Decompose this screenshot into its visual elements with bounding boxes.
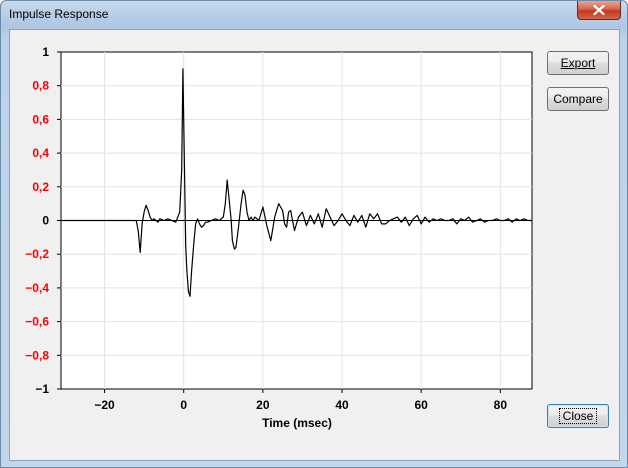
x-tick-label: 80 <box>494 398 508 412</box>
y-tick-label: −1 <box>35 382 49 396</box>
y-tick-label: −0,4 <box>25 281 49 295</box>
export-button[interactable]: Export <box>547 51 609 75</box>
x-tick-label: −20 <box>94 398 115 412</box>
y-tick-label: 0,2 <box>32 180 49 194</box>
impulse-response-chart: −20 0 20 40 60 80 1 0,8 0,6 0,4 0,2 0 −0,2 −0,4 −0,6 −… <box>25 45 533 430</box>
y-axis-ticks: 1 0,8 0,6 0,4 0,2 0 −0,2 −0,4 −0,6 −0,8 −1 <box>25 45 61 396</box>
y-tick-label: −0,8 <box>25 348 49 362</box>
export-button-label: Export <box>560 56 596 70</box>
y-tick-label: 0 <box>42 214 49 228</box>
x-tick-label: 60 <box>414 398 428 412</box>
x-tick-label: 20 <box>256 398 270 412</box>
x-tick-label: 0 <box>180 398 187 412</box>
y-tick-label: 0,8 <box>32 79 49 93</box>
y-tick-label: −0,2 <box>25 247 49 261</box>
compare-button[interactable]: Compare <box>547 87 609 111</box>
y-tick-label: 0,6 <box>32 112 49 126</box>
x-axis-label: Time (msec) <box>262 416 332 430</box>
compare-button-label: Compare <box>553 92 603 106</box>
y-tick-label: 0,4 <box>32 146 49 160</box>
y-tick-label: −0,6 <box>25 315 49 329</box>
x-axis-ticks: −20 0 20 40 60 80 <box>94 389 507 412</box>
close-button[interactable]: Close <box>547 404 609 428</box>
x-tick-label: 40 <box>335 398 349 412</box>
close-button-label: Close <box>558 408 598 424</box>
y-tick-label: 1 <box>42 45 49 59</box>
